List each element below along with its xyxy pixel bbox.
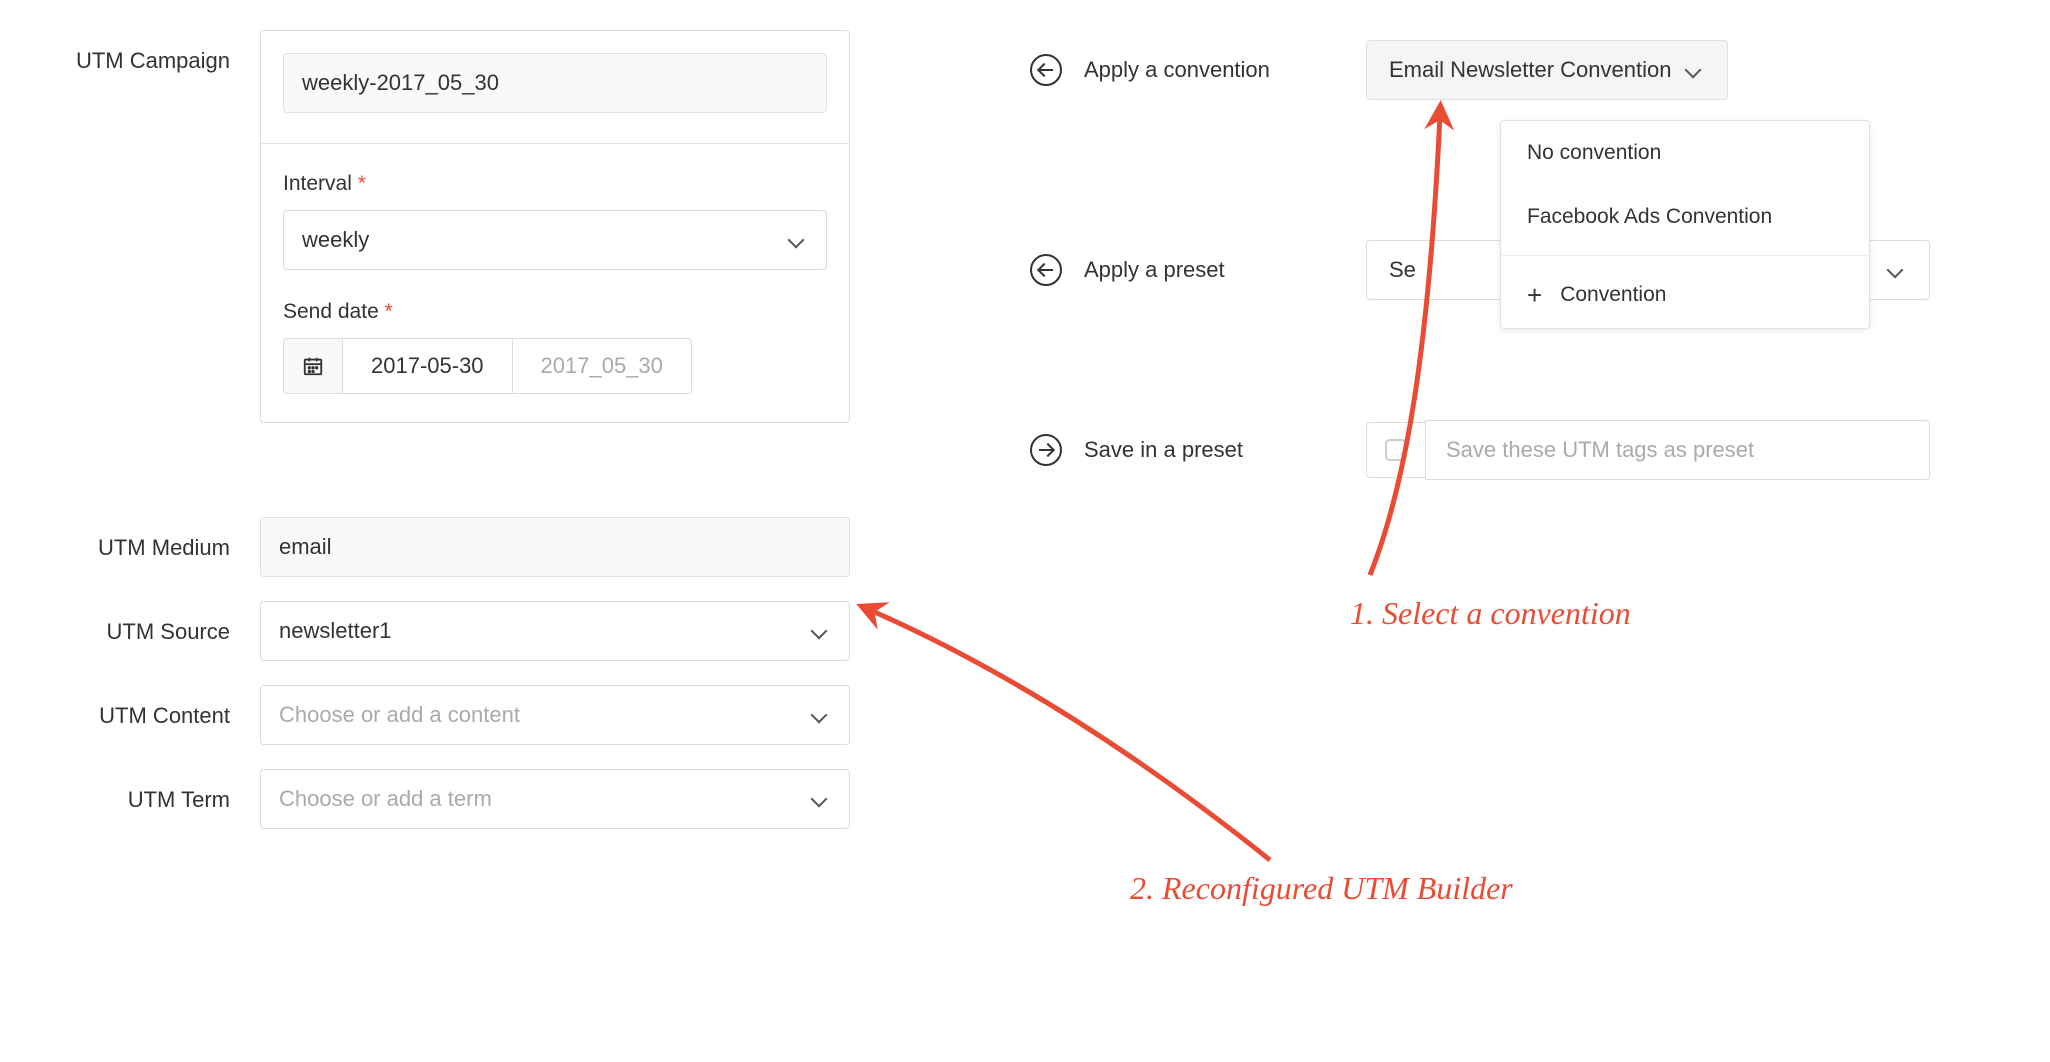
apply-convention-row: Apply a convention Email Newsletter Conv… [1030,40,1930,100]
chevron-down-icon [1687,61,1705,79]
utm-campaign-group: weekly-2017_05_30 Interval * weekly [260,30,850,423]
utm-term-select[interactable]: Choose or add a term [260,769,850,829]
dropdown-divider [1501,255,1869,256]
preset-selected-partial: Se [1389,257,1416,283]
required-asterisk: * [385,300,393,323]
convention-option-add[interactable]: + Convention [1501,262,1869,328]
utm-builder-form: UTM Campaign weekly-2017_05_30 Interval … [30,30,850,853]
interval-label-text: Interval [283,172,352,195]
utm-content-row: UTM Content Choose or add a content [40,685,850,745]
utm-campaign-value[interactable]: weekly-2017_05_30 [283,53,827,113]
utm-campaign-row: UTM Campaign weekly-2017_05_30 Interval … [40,30,850,423]
convention-option-facebook[interactable]: Facebook Ads Convention [1501,185,1869,249]
interval-label: Interval * [283,172,827,196]
annotation-step1: 1. Select a convention [1350,595,1631,632]
calendar-icon [302,355,324,377]
convention-option-fb-label: Facebook Ads Convention [1527,205,1772,229]
chevron-down-icon [813,706,831,724]
utm-source-value: newsletter1 [279,618,392,644]
send-date-value[interactable]: 2017-05-30 [343,338,513,394]
convention-selected: Email Newsletter Convention [1389,57,1671,83]
utm-medium-label: UTM Medium [40,517,260,561]
utm-content-placeholder: Choose or add a content [279,702,520,728]
chevron-down-icon [813,790,831,808]
utm-campaign-label: UTM Campaign [40,30,260,74]
arrow-left-icon [1030,254,1062,286]
annotation-step2: 2. Reconfigured UTM Builder [1130,870,1513,907]
utm-content-label: UTM Content [40,685,260,729]
convention-option-none[interactable]: No convention [1501,121,1869,185]
convention-panel: Apply a convention Email Newsletter Conv… [1030,30,1930,853]
save-preset-placeholder: Save these UTM tags as preset [1446,437,1754,462]
arrow-right-icon [1030,434,1062,466]
convention-option-add-label: Convention [1560,283,1666,307]
convention-option-none-label: No convention [1527,141,1661,165]
utm-term-row: UTM Term Choose or add a term [40,769,850,829]
send-date-label-text: Send date [283,300,379,323]
chevron-down-icon [1889,261,1907,279]
interval-value: weekly [302,227,369,253]
chevron-down-icon [813,622,831,640]
send-date-group: 2017-05-30 2017_05_30 [283,338,827,394]
arrow-left-icon [1030,54,1062,86]
utm-term-placeholder: Choose or add a term [279,786,492,812]
utm-source-select[interactable]: newsletter1 [260,601,850,661]
save-preset-label: Save in a preset [1084,437,1344,463]
plus-icon: + [1527,282,1542,308]
utm-source-label: UTM Source [40,601,260,645]
save-preset-row: Save in a preset Save these UTM tags as … [1030,420,1930,480]
send-date-slug: 2017_05_30 [513,338,692,394]
send-date-label: Send date * [283,300,827,324]
utm-source-row: UTM Source newsletter1 [40,601,850,661]
save-preset-input[interactable]: Save these UTM tags as preset [1425,420,1930,480]
utm-medium-value[interactable]: email [260,517,850,577]
utm-content-select[interactable]: Choose or add a content [260,685,850,745]
utm-medium-row: UTM Medium email [40,517,850,577]
save-preset-checkbox-wrap [1366,422,1425,478]
interval-select[interactable]: weekly [283,210,827,270]
convention-dropdown: No convention Facebook Ads Convention + … [1500,120,1870,329]
utm-term-label: UTM Term [40,769,260,813]
chevron-down-icon [790,231,808,249]
convention-select[interactable]: Email Newsletter Convention [1366,40,1728,100]
apply-convention-label: Apply a convention [1084,57,1344,83]
calendar-button[interactable] [283,338,343,394]
save-preset-checkbox[interactable] [1385,439,1407,461]
apply-preset-label: Apply a preset [1084,257,1344,283]
required-asterisk: * [358,172,366,195]
